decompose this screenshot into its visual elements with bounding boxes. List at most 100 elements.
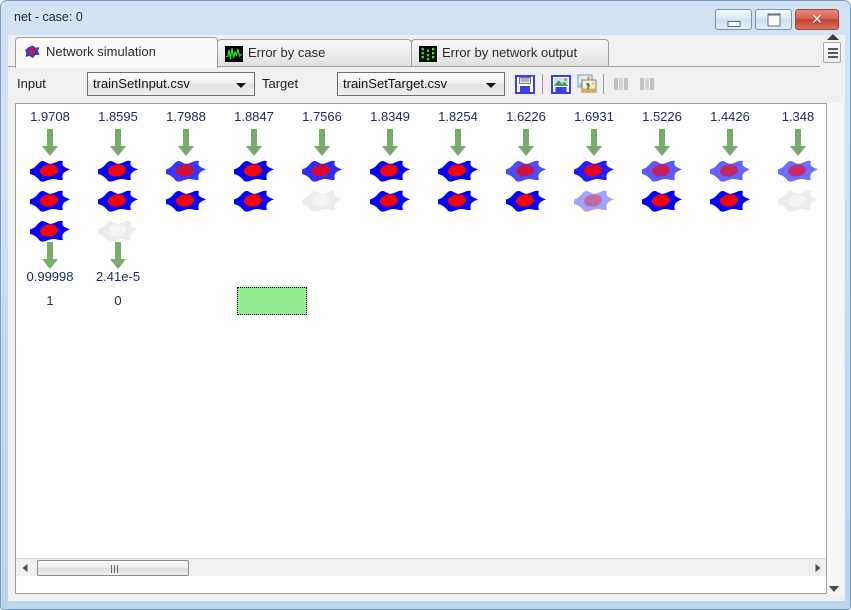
vertical-scrollbar[interactable] (827, 103, 843, 594)
floppy-disk-icon (515, 75, 535, 94)
input-arrow-icon (177, 129, 195, 157)
target-label: Target (262, 76, 299, 91)
client-area: Network simulation Error by case Error b… (8, 34, 845, 601)
neuron-node[interactable] (640, 186, 684, 216)
columns-button-2[interactable] (636, 72, 660, 96)
neuron-node[interactable] (572, 186, 616, 216)
title-bar: net - case: 0 ✕ (1, 1, 850, 35)
bargraph-icon (419, 45, 437, 63)
neuron-node[interactable] (708, 186, 752, 216)
neuron-node[interactable] (164, 156, 208, 186)
scroll-right-arrow-button[interactable] (809, 559, 826, 576)
tab-strip: Network simulation Error by case Error b… (8, 34, 845, 68)
output-arrow-icon (41, 242, 59, 270)
chevron-down-icon (236, 83, 246, 88)
close-icon: ✕ (811, 10, 823, 27)
toolbar-separator (603, 74, 604, 94)
selection-box[interactable] (237, 287, 307, 315)
neuron-node[interactable] (504, 186, 548, 216)
network-diagram[interactable]: 1.9708 1.8595 1.7988 1.8847 1.7566 1.8349 1.82… (16, 104, 826, 558)
tab-overflow-menu-button[interactable] (823, 42, 841, 63)
minimize-icon (727, 20, 740, 27)
neuron-node[interactable] (300, 156, 344, 186)
horizontal-scrollbar[interactable] (16, 558, 826, 576)
application-window: net - case: 0 ✕ Network simulation Error… (0, 0, 851, 610)
neuron-node[interactable] (96, 186, 140, 216)
chevron-left-icon (22, 563, 27, 572)
neuron-node[interactable] (436, 156, 480, 186)
neuron-icon (23, 44, 41, 62)
input-arrow-icon (721, 129, 739, 157)
input-arrow-icon (245, 129, 263, 157)
neuron-node[interactable] (368, 186, 412, 216)
columns-button-1[interactable] (610, 72, 634, 96)
columns-icon (640, 78, 654, 90)
toolbar: Input trainSetInput.csv Target trainSetT… (8, 67, 845, 103)
waveform-icon (225, 45, 243, 63)
neuron-node[interactable] (232, 186, 276, 216)
minimize-button[interactable] (715, 9, 752, 30)
target-value-label: 0 (114, 293, 122, 308)
scroll-down-arrow-icon[interactable] (829, 586, 839, 592)
input-file-value: trainSetInput.csv (93, 76, 190, 91)
grip-line (117, 565, 118, 573)
scroll-left-arrow-button[interactable] (16, 559, 33, 576)
output-value-label: 2.41e-5 (95, 269, 141, 284)
input-arrow-icon (517, 129, 535, 157)
neuron-node[interactable] (28, 156, 72, 186)
input-arrow-icon (381, 129, 399, 157)
chevron-down-icon (486, 83, 496, 88)
menu-line (828, 48, 838, 50)
grip-line (114, 565, 115, 573)
tab-error-by-network-output[interactable]: Error by network output (411, 39, 609, 67)
window-title: net - case: 0 (14, 10, 83, 24)
menu-line (828, 56, 838, 58)
input-value-label: 1.348 (781, 109, 815, 124)
neuron-node[interactable] (368, 156, 412, 186)
neuron-node[interactable] (504, 156, 548, 186)
toolbar-separator (542, 74, 543, 94)
maximize-icon (767, 13, 780, 26)
neuron-node[interactable] (572, 156, 616, 186)
input-arrow-icon (449, 129, 467, 157)
input-file-dropdown[interactable]: trainSetInput.csv (87, 72, 255, 96)
close-button[interactable]: ✕ (795, 9, 839, 30)
grip-line (111, 565, 112, 573)
neuron-node[interactable] (436, 186, 480, 216)
tab-label: Network simulation (46, 44, 156, 59)
neuron-node[interactable] (776, 156, 820, 186)
neuron-node[interactable] (96, 156, 140, 186)
tab-label: Error by network output (442, 45, 578, 60)
input-label: Input (17, 76, 46, 91)
input-arrow-icon (789, 129, 807, 157)
neuron-node[interactable] (164, 186, 208, 216)
copy-image-button[interactable] (575, 72, 599, 96)
save-button[interactable] (513, 72, 537, 96)
copy-images-icon (577, 74, 597, 93)
floppy-image-icon (551, 75, 571, 94)
neuron-node[interactable] (300, 186, 344, 216)
neuron-node[interactable] (776, 186, 820, 216)
columns-icon (614, 78, 628, 90)
input-arrow-icon (585, 129, 603, 157)
input-arrow-icon (653, 129, 671, 157)
neuron-node[interactable] (28, 186, 72, 216)
menu-line (828, 52, 838, 54)
neuron-node[interactable] (232, 156, 276, 186)
tab-error-by-case[interactable]: Error by case (217, 39, 412, 67)
target-file-dropdown[interactable]: trainSetTarget.csv (337, 72, 505, 96)
chevron-right-icon (815, 563, 820, 572)
save-image-button[interactable] (549, 72, 573, 96)
tab-label: Error by case (248, 45, 326, 60)
input-arrow-icon (109, 129, 127, 157)
input-arrow-icon (313, 129, 331, 157)
neuron-node[interactable] (708, 156, 752, 186)
input-arrow-icon (41, 129, 59, 157)
maximize-button[interactable] (755, 9, 792, 30)
tab-scroll-up-icon[interactable] (827, 34, 839, 40)
tab-network-simulation[interactable]: Network simulation (15, 37, 218, 68)
target-file-value: trainSetTarget.csv (343, 76, 448, 91)
horizontal-scroll-thumb[interactable] (37, 560, 189, 576)
network-canvas-panel: 1.9708 1.8595 1.7988 1.8847 1.7566 1.8349 1.82… (15, 103, 827, 594)
neuron-node[interactable] (640, 156, 684, 186)
